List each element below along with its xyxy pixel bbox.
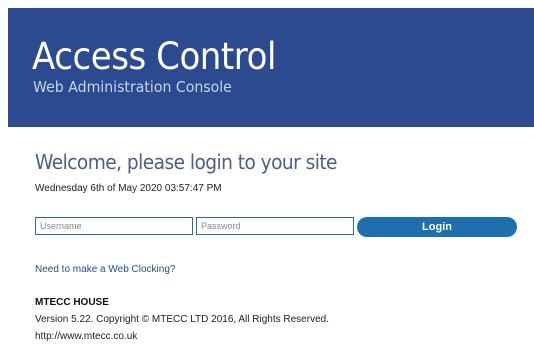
welcome-heading: Welcome, please login to your site [35, 150, 338, 174]
app-title: Access Control [32, 35, 276, 78]
username-input[interactable] [35, 217, 193, 235]
header-banner: Access Control Web Administration Consol… [8, 8, 534, 127]
login-page: Access Control Web Administration Consol… [0, 0, 534, 346]
company-url-link[interactable]: http://www.mtecc.co.uk [35, 330, 137, 343]
app-subtitle: Web Administration Console [33, 78, 232, 96]
web-clocking-link[interactable]: Need to make a Web Clocking? [35, 263, 175, 276]
current-datetime: Wednesday 6th of May 2020 03:57:47 PM [35, 183, 222, 194]
login-button[interactable]: Login [357, 217, 517, 237]
company-name: MTECC HOUSE [35, 297, 109, 308]
version-copyright: Version 5.22. Copyright © MTECC LTD 2016… [35, 314, 329, 325]
password-input[interactable] [196, 217, 354, 235]
